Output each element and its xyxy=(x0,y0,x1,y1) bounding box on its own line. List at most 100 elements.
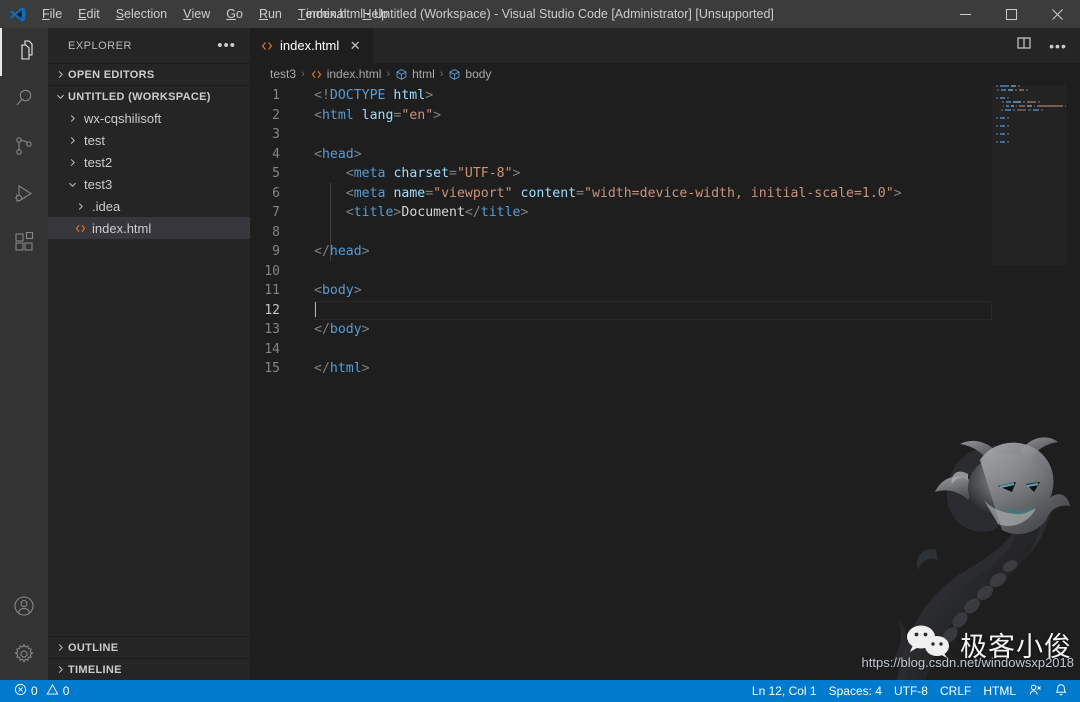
chevron-right-icon xyxy=(64,154,80,170)
menu-terminal[interactable]: Terminal xyxy=(290,0,355,28)
breadcrumb-item-test3[interactable]: test3 xyxy=(270,67,296,81)
activity-accounts[interactable] xyxy=(0,584,48,632)
more-actions-button[interactable]: ••• xyxy=(1044,32,1072,60)
editor-scrollbar[interactable] xyxy=(1066,85,1080,680)
chevron-right-icon xyxy=(52,662,68,678)
main-area: EXPLORER ••• OPEN EDITORS UNTITLED (WORK… xyxy=(0,28,1080,680)
menu-run[interactable]: Run xyxy=(251,0,290,28)
menu-edit[interactable]: Edit xyxy=(70,0,108,28)
sidebar-body: OPEN EDITORS UNTITLED (WORKSPACE) wx-cqs… xyxy=(48,63,250,680)
code-token: meta xyxy=(353,166,386,181)
breadcrumb-label: index.html xyxy=(326,67,382,81)
breadcrumb-item-index-html[interactable]: index.html xyxy=(310,67,382,81)
line-number: 1 xyxy=(272,88,280,103)
section-label: TIMELINE xyxy=(68,663,122,676)
tree-item-label: test xyxy=(84,132,105,148)
tree-item-test[interactable]: test xyxy=(48,129,250,151)
activity-source-control[interactable] xyxy=(0,124,48,172)
tree-item-index-html[interactable]: index.html xyxy=(48,217,250,239)
code-token: > xyxy=(353,146,362,162)
activity-search[interactable] xyxy=(0,76,48,124)
line-number: 2 xyxy=(272,107,280,123)
code-line: 12 xyxy=(250,300,1080,321)
code-token: < xyxy=(345,166,354,181)
menu-file[interactable]: File xyxy=(34,0,70,28)
code-token: "viewport" xyxy=(433,185,513,201)
minimize-button[interactable] xyxy=(942,0,988,28)
status-language-mode[interactable]: HTML xyxy=(977,680,1022,702)
code-token: Document xyxy=(401,205,465,220)
menu-accelerator: V xyxy=(183,7,192,21)
breadcrumb-label: test3 xyxy=(270,67,297,81)
activity-settings[interactable] xyxy=(0,632,48,680)
section-open-editors[interactable]: OPEN EDITORS xyxy=(48,63,250,85)
close-icon[interactable]: ✕ xyxy=(347,38,363,54)
menu-label-rest: elp xyxy=(371,7,389,21)
section-timeline[interactable]: TIMELINE xyxy=(48,658,250,680)
activity-run-debug[interactable] xyxy=(0,172,48,220)
menu-selection[interactable]: Selection xyxy=(108,0,175,28)
section-outline[interactable]: OUTLINE xyxy=(48,636,250,658)
code-token: </ xyxy=(464,205,481,220)
menu-accelerator: H xyxy=(362,7,372,21)
code-line: 8 xyxy=(250,223,1080,243)
breadcrumb-separator: › xyxy=(386,68,391,80)
status-indentation[interactable]: Spaces: 4 xyxy=(823,680,888,702)
vscode-window: File Edit Selection View Go Run Terminal Help i… xyxy=(0,0,1080,702)
code-editor[interactable]: 1 <!DOCTYPE html> 2 <html lang="en"> 3 4 <head… xyxy=(250,85,1080,680)
extensions-icon xyxy=(12,230,36,259)
activity-extensions[interactable] xyxy=(0,220,48,268)
text-cursor xyxy=(314,300,316,317)
vscode-logo-icon xyxy=(0,0,34,28)
close-button[interactable] xyxy=(1034,0,1080,28)
warning-count: 0 xyxy=(62,684,70,698)
code-token: charset xyxy=(393,166,450,181)
breadcrumb: test3 › index.html › html › body xyxy=(250,63,1080,85)
menu-view[interactable]: View xyxy=(175,0,218,28)
status-encoding[interactable]: UTF-8 xyxy=(888,680,934,702)
tree-item-wx-cqshilisoft[interactable]: wx-cqshilisoft xyxy=(48,107,250,129)
tree-item--idea[interactable]: .idea xyxy=(48,195,250,217)
maximize-button[interactable] xyxy=(988,0,1034,28)
breadcrumb-item-html[interactable]: html xyxy=(395,67,435,81)
code-line-text xyxy=(298,300,316,321)
code-line-text: <meta charset="UTF-8"> xyxy=(298,164,521,184)
code-line-text: <!DOCTYPE html> xyxy=(298,86,433,106)
split-editor-button[interactable] xyxy=(1010,32,1038,60)
editor-actions: ••• xyxy=(1010,28,1080,63)
code-token: > xyxy=(512,166,521,181)
activity-explorer[interactable] xyxy=(0,28,48,76)
status-problems[interactable]: 0 0 xyxy=(8,680,75,702)
code-line: 5 <meta charset="UTF-8"> xyxy=(250,164,1080,184)
section-workspace[interactable]: UNTITLED (WORKSPACE) xyxy=(48,85,250,107)
line-number: 15 xyxy=(264,361,280,376)
bell-icon xyxy=(1054,683,1068,700)
status-live-share[interactable] xyxy=(1022,680,1048,702)
gear-icon xyxy=(12,642,36,671)
status-cursor-position[interactable]: Ln 12, Col 1 xyxy=(746,680,823,702)
code-line: 2 <html lang="en"> xyxy=(250,106,1080,126)
status-label: HTML xyxy=(983,684,1016,698)
line-number: 10 xyxy=(264,263,280,279)
code-line: 9 </head> xyxy=(250,242,1080,262)
ellipsis-icon[interactable]: ••• xyxy=(217,38,242,53)
tree-item-test3[interactable]: test3 xyxy=(48,173,250,195)
breadcrumb-item-body[interactable]: body xyxy=(448,67,491,81)
menu-go[interactable]: Go xyxy=(218,0,251,28)
chevron-right-icon xyxy=(52,67,68,83)
line-number: 13 xyxy=(264,322,280,337)
warning-icon xyxy=(46,683,59,699)
tab-index-html[interactable]: index.html ✕ xyxy=(250,28,375,63)
chevron-right-icon xyxy=(52,640,68,656)
tree-item-test2[interactable]: test2 xyxy=(48,151,250,173)
code-token: title xyxy=(353,205,394,220)
error-count: 0 xyxy=(31,684,38,698)
status-eol[interactable]: CRLF xyxy=(934,680,977,702)
code-token: body xyxy=(321,283,354,298)
menu-help[interactable]: Help xyxy=(355,0,397,28)
activity-bar-top xyxy=(0,28,48,268)
status-notifications[interactable] xyxy=(1048,680,1074,702)
section-label: UNTITLED (WORKSPACE) xyxy=(68,90,211,103)
menu-accelerator: R xyxy=(258,7,268,21)
